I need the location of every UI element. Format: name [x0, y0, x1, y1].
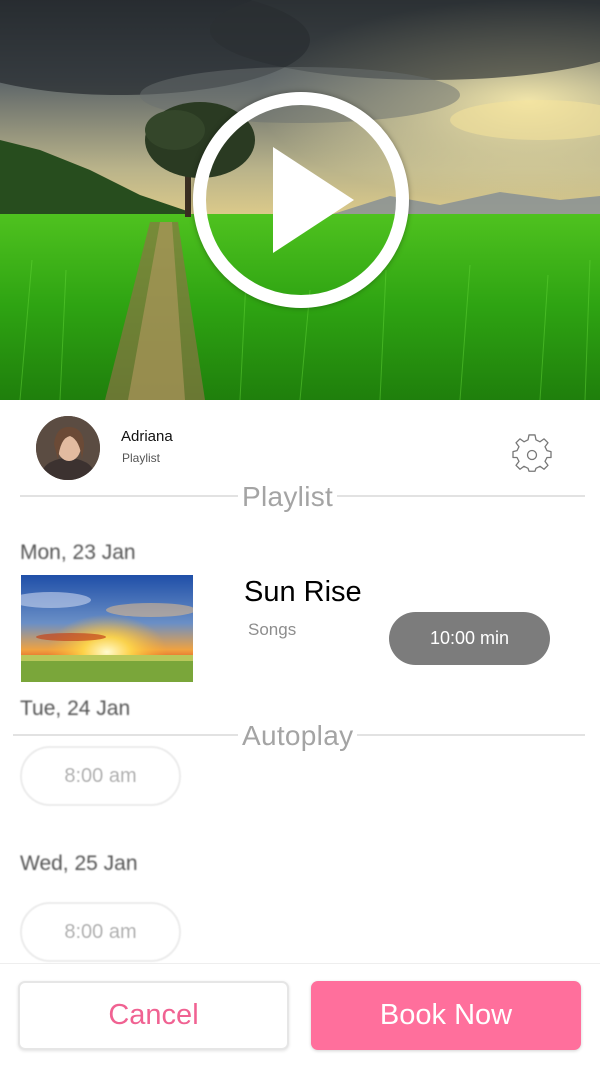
sunrise-image: [21, 575, 193, 682]
time-chip[interactable]: 8:00 am: [20, 746, 181, 806]
book-now-button[interactable]: Book Now: [311, 981, 581, 1050]
day-label: Tue, 24 Jan: [20, 697, 131, 720]
user-subtitle: Playlist: [122, 451, 161, 465]
autoplay-heading: Autoplay: [238, 720, 358, 752]
avatar[interactable]: [36, 416, 100, 480]
gear-icon: [512, 434, 552, 472]
hero-video[interactable]: [0, 0, 600, 400]
song-category: Songs: [248, 620, 297, 639]
user-name: Adriana: [121, 428, 173, 445]
duration-pill[interactable]: 10:00 min: [389, 612, 550, 665]
song-title: Sun Rise: [244, 576, 362, 608]
day-label: Mon, 23 Jan: [20, 541, 136, 564]
cancel-button[interactable]: Cancel: [18, 981, 289, 1050]
playlist-heading: Playlist: [238, 481, 338, 513]
song-thumbnail[interactable]: [21, 575, 193, 682]
settings-button[interactable]: [512, 434, 552, 474]
play-button[interactable]: [193, 92, 409, 308]
day-label: Wed, 25 Jan: [20, 852, 138, 875]
play-icon: [273, 147, 354, 253]
time-chip[interactable]: 8:00 am: [20, 902, 181, 962]
